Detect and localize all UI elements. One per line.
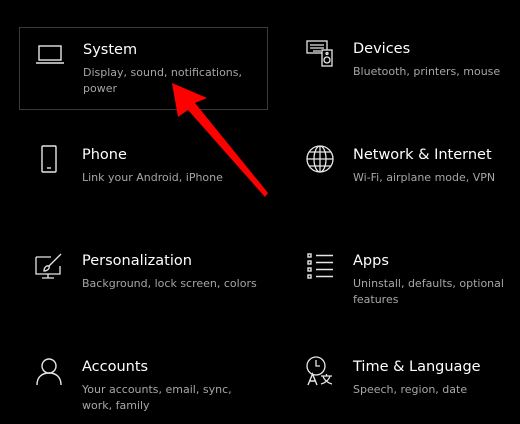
- tile-devices[interactable]: Devices Bluetooth, printers, mouse: [290, 27, 510, 110]
- person-icon: [33, 355, 65, 387]
- tile-phone[interactable]: Phone Link your Android, iPhone: [19, 133, 268, 216]
- apps-list-icon: [304, 249, 336, 281]
- tile-description: Display, sound, notifications, power: [83, 66, 243, 95]
- tile-title: Apps: [353, 253, 389, 269]
- tile-title: Devices: [353, 41, 411, 57]
- tile-description: Link your Android, iPhone: [82, 171, 223, 184]
- time-language-icon: [304, 355, 336, 387]
- globe-icon: [304, 143, 336, 175]
- tile-title: Accounts: [82, 359, 149, 375]
- phone-icon: [33, 143, 65, 175]
- tile-description: Background, lock screen, colors: [82, 277, 257, 290]
- tile-accounts[interactable]: Accounts Your accounts, email, sync, wor…: [19, 345, 268, 424]
- tile-title: Network & Internet: [353, 147, 492, 163]
- tile-description: Wi-Fi, airplane mode, VPN: [353, 171, 496, 184]
- tile-system[interactable]: System Display, sound, notifications, po…: [19, 27, 268, 110]
- keyboard-speaker-icon: [304, 37, 336, 69]
- tile-description: Bluetooth, printers, mouse: [353, 65, 501, 78]
- tile-description: Your accounts, email, sync, work, family: [82, 383, 232, 412]
- tile-title: Time & Language: [353, 359, 481, 375]
- tile-title: System: [83, 42, 138, 58]
- tile-description: Speech, region, date: [353, 383, 468, 396]
- paintbrush-icon: [33, 249, 65, 281]
- tile-personalization[interactable]: Personalization Background, lock screen,…: [19, 239, 268, 322]
- tile-apps[interactable]: Apps Uninstall, defaults, optional featu…: [290, 239, 510, 322]
- tile-description: Uninstall, defaults, optional features: [353, 277, 504, 306]
- tile-network-internet[interactable]: Network & Internet Wi-Fi, airplane mode,…: [290, 133, 510, 216]
- tile-time-language[interactable]: Time & Language Speech, region, date: [290, 345, 510, 424]
- tile-title: Personalization: [82, 253, 192, 269]
- laptop-icon: [34, 38, 66, 70]
- tile-title: Phone: [82, 147, 127, 163]
